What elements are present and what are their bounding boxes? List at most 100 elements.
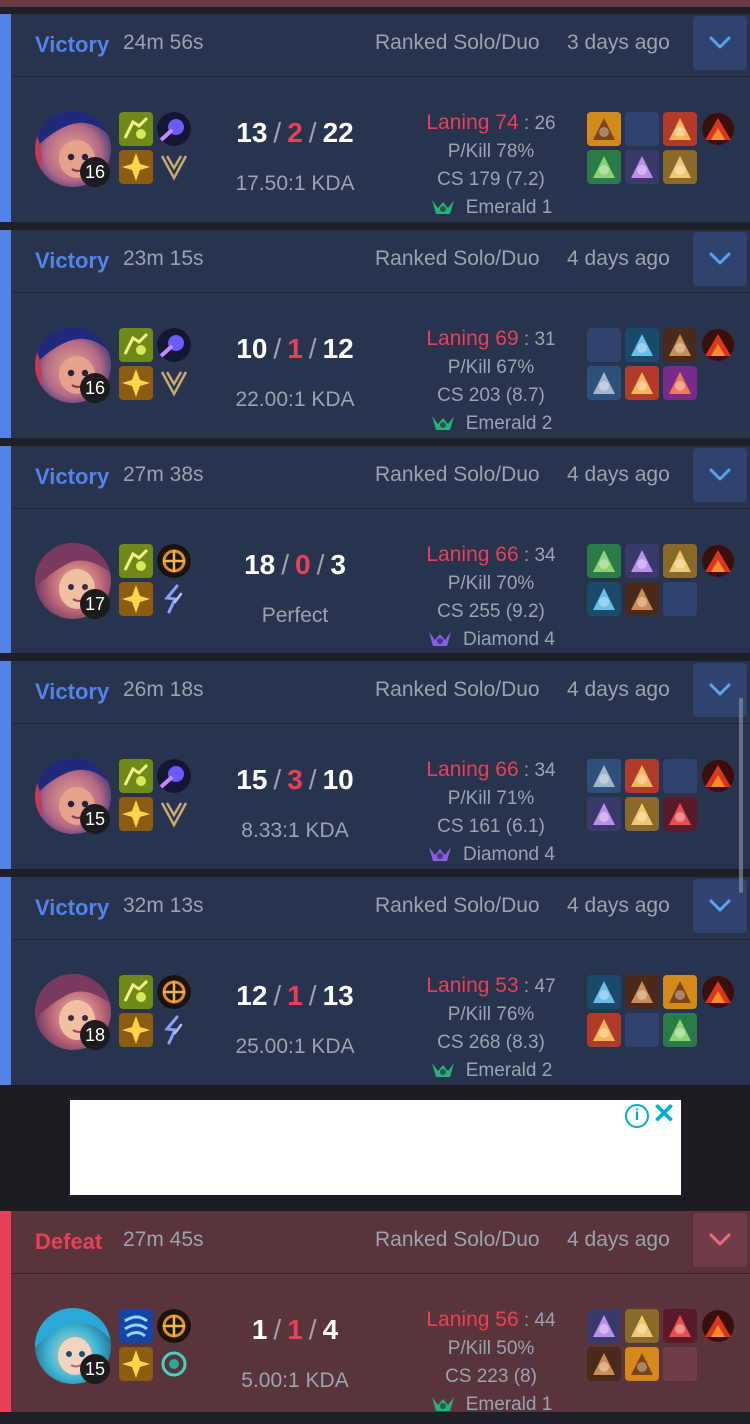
kda-separator: / (308, 980, 317, 1011)
flash-spell-icon[interactable] (119, 150, 153, 184)
match-card[interactable]: Victory 23m 15s Ranked Solo/Duo 4 days ago 1… (0, 230, 750, 438)
keystone-rune-icon[interactable] (157, 112, 191, 146)
trinket-ward-icon[interactable] (701, 1309, 735, 1343)
kill-participation: P/Kill 71% (447, 788, 535, 809)
secondary-rune-icon[interactable] (157, 150, 191, 184)
expand-button[interactable] (693, 16, 747, 70)
item-icon[interactable] (625, 975, 659, 1009)
item-icon[interactable] (587, 1013, 621, 1047)
ghost-spell-icon[interactable] (119, 328, 153, 362)
info-icon[interactable]: i (625, 1104, 649, 1128)
empty-item-slot[interactable] (663, 759, 697, 793)
match-card[interactable]: Victory 24m 56s Ranked Solo/Duo 3 days ago 1… (0, 14, 750, 222)
item-icon[interactable] (587, 1309, 621, 1343)
cleanse-spell-icon[interactable] (119, 1309, 153, 1343)
item-icon[interactable] (663, 150, 697, 184)
match-stats: Laning 66 : 34 P/Kill 71% CS 161 (6.1) Diam… (401, 756, 581, 874)
empty-item-slot[interactable] (663, 1347, 697, 1381)
deaths: 1 (287, 333, 303, 364)
item-icon[interactable] (587, 112, 621, 146)
result-color-bar (0, 230, 11, 438)
flash-spell-icon[interactable] (119, 366, 153, 400)
expand-button[interactable] (693, 1213, 747, 1267)
item-icon[interactable] (663, 544, 697, 578)
trinket-ward-icon[interactable] (701, 759, 735, 793)
secondary-rune-icon[interactable] (157, 582, 191, 616)
result-color-bar (0, 877, 11, 1085)
item-icon[interactable] (625, 544, 659, 578)
trinket-ward-icon[interactable] (701, 544, 735, 578)
empty-item-slot[interactable] (625, 1013, 659, 1047)
item-icon[interactable] (663, 328, 697, 362)
secondary-rune-icon[interactable] (157, 797, 191, 831)
item-icon[interactable] (587, 582, 621, 616)
expand-button[interactable] (693, 448, 747, 502)
ad-banner[interactable]: i ✕ (70, 1100, 681, 1195)
item-icon[interactable] (625, 1347, 659, 1381)
match-card[interactable]: Victory 32m 13s Ranked Solo/Duo 4 days ago 1… (0, 877, 750, 1085)
result-color-bar (0, 446, 11, 653)
item-icon[interactable] (625, 366, 659, 400)
kills: 15 (236, 764, 268, 795)
keystone-rune-icon[interactable] (157, 328, 191, 362)
laning-opponent: : 34 (523, 760, 556, 781)
close-icon[interactable]: ✕ (651, 1100, 677, 1128)
flash-spell-icon[interactable] (119, 1013, 153, 1047)
keystone-rune-icon[interactable] (157, 1309, 191, 1343)
trinket-ward-icon[interactable] (701, 112, 735, 146)
item-icon[interactable] (587, 150, 621, 184)
item-icon[interactable] (587, 1347, 621, 1381)
item-icon[interactable] (587, 366, 621, 400)
kills: 1 (251, 1314, 268, 1345)
match-header: Victory 27m 38s Ranked Solo/Duo 4 days ago (11, 446, 750, 509)
laning-opponent: : 34 (523, 545, 556, 566)
item-icon[interactable] (663, 112, 697, 146)
empty-item-slot[interactable] (625, 112, 659, 146)
item-icon[interactable] (625, 150, 659, 184)
flash-spell-icon[interactable] (119, 582, 153, 616)
item-icon[interactable] (587, 797, 621, 831)
empty-item-slot[interactable] (663, 582, 697, 616)
item-icon[interactable] (663, 1309, 697, 1343)
ghost-spell-icon[interactable] (119, 975, 153, 1009)
item-icon[interactable] (663, 797, 697, 831)
item-icon[interactable] (587, 544, 621, 578)
ghost-spell-icon[interactable] (119, 544, 153, 578)
assists: 10 (322, 764, 354, 795)
ghost-spell-icon[interactable] (119, 759, 153, 793)
scrollbar[interactable] (739, 698, 743, 893)
trinket-ward-icon[interactable] (701, 975, 735, 1009)
match-card[interactable]: Victory 26m 18s Ranked Solo/Duo 4 days ago 1… (0, 661, 750, 869)
kda-score: 18/0/3 (195, 549, 395, 581)
secondary-rune-icon[interactable] (157, 1347, 191, 1381)
keystone-rune-icon[interactable] (157, 759, 191, 793)
flash-spell-icon[interactable] (119, 1347, 153, 1381)
match-card[interactable]: Defeat 27m 45s Ranked Solo/Duo 4 days ago 15… (0, 1211, 750, 1415)
chevron-down-icon (709, 683, 731, 697)
secondary-rune-icon[interactable] (157, 1013, 191, 1047)
keystone-rune-icon[interactable] (157, 975, 191, 1009)
item-icon[interactable] (625, 797, 659, 831)
time-ago: 4 days ago (567, 1228, 670, 1251)
item-icon[interactable] (663, 975, 697, 1009)
keystone-rune-icon[interactable] (157, 544, 191, 578)
chevron-down-icon (709, 252, 731, 266)
empty-item-slot[interactable] (587, 328, 621, 362)
item-icon[interactable] (625, 582, 659, 616)
flash-spell-icon[interactable] (119, 797, 153, 831)
kda-separator: / (308, 117, 317, 148)
item-icon[interactable] (663, 366, 697, 400)
item-icon[interactable] (587, 975, 621, 1009)
secondary-rune-icon[interactable] (157, 366, 191, 400)
item-icon[interactable] (625, 759, 659, 793)
chevron-down-icon (709, 36, 731, 50)
expand-button[interactable] (693, 232, 747, 286)
item-icon[interactable] (625, 328, 659, 362)
trinket-ward-icon[interactable] (701, 328, 735, 362)
item-icon[interactable] (663, 1013, 697, 1047)
match-duration: 27m 38s (123, 463, 204, 486)
item-icon[interactable] (587, 759, 621, 793)
ghost-spell-icon[interactable] (119, 112, 153, 146)
match-card[interactable]: Victory 27m 38s Ranked Solo/Duo 4 days ago 1… (0, 446, 750, 653)
item-icon[interactable] (625, 1309, 659, 1343)
